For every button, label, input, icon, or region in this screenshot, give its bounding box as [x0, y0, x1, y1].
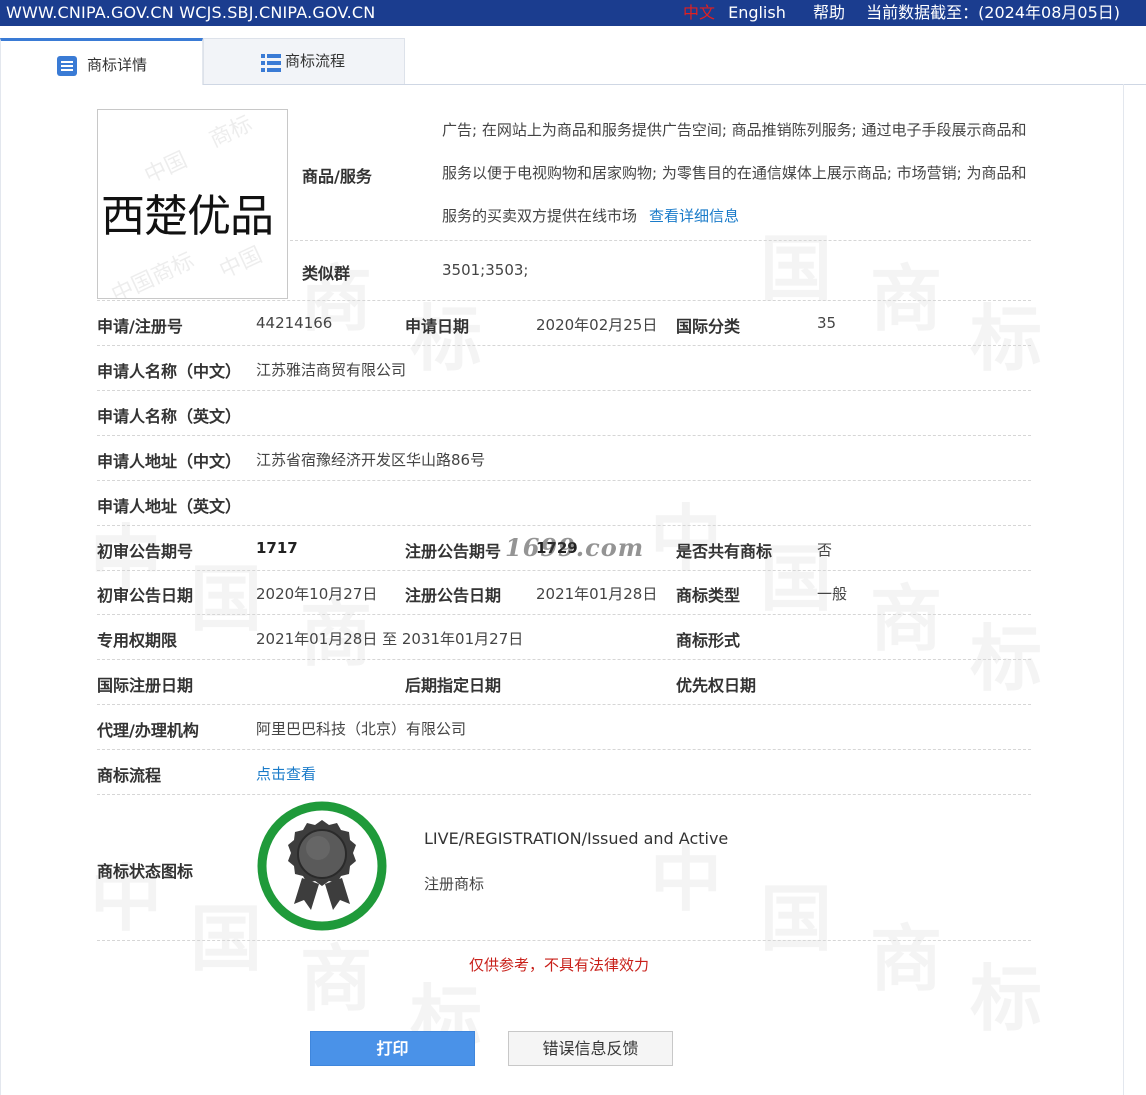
background-watermark: 中 — [90, 840, 162, 945]
intl-reg-date-label: 国际注册日期 — [97, 676, 194, 695]
background-watermark: 商 — [870, 560, 942, 665]
row-divider — [97, 480, 1031, 481]
exclusive-period-label: 专用权期限 — [97, 631, 178, 650]
shared-mark-label: 是否共有商标 — [676, 542, 773, 561]
goods-services-label: 商品/服务 — [302, 167, 372, 186]
error-feedback-button[interactable]: 错误信息反馈 — [508, 1031, 673, 1066]
tab-trademark-process[interactable]: 商标流程 — [203, 38, 405, 84]
background-watermark: 商 — [870, 900, 942, 1005]
tab-trademark-details[interactable]: 商标详情 — [0, 38, 203, 85]
intl-class-label: 国际分类 — [676, 317, 741, 336]
mark-type-label: 商标类型 — [676, 586, 741, 605]
applicant-en-label: 申请人名称（英文） — [97, 407, 242, 426]
priority-date-label: 优先权日期 — [676, 676, 757, 695]
row-divider — [97, 794, 1031, 795]
background-watermark: 国 — [190, 540, 262, 645]
address-en-label: 申请人地址（英文） — [97, 497, 242, 516]
background-watermark: 标 — [970, 280, 1042, 385]
row-divider — [97, 300, 1031, 301]
background-watermark: 商 — [870, 240, 942, 345]
agent-value: 阿里巴巴科技（北京）有限公司 — [256, 720, 467, 738]
document-list-icon — [57, 56, 77, 76]
applicant-cn-value: 江苏雅洁商贸有限公司 — [256, 361, 407, 379]
status-icon-label: 商标状态图标 — [97, 862, 194, 881]
background-watermark: 商 — [300, 920, 372, 1025]
exclusive-period-value: 2021年01月28日 至 2031年01月27日 — [256, 630, 524, 648]
row-divider — [97, 940, 1031, 941]
top-bar: WWW.CNIPA.GOV.CN WCJS.SBJ.CNIPA.GOV.CN 中… — [0, 0, 1146, 26]
reg-pub-date-value: 2021年01月28日 — [536, 585, 658, 603]
address-cn-value: 江苏省宿豫经济开发区华山路86号 — [256, 451, 486, 469]
status-chinese: 注册商标 — [424, 875, 485, 893]
goods-services-text: 广告; 在网站上为商品和服务提供广告空间; 商品推销陈列服务; 通过电子手段展示… — [442, 109, 1032, 238]
shared-mark-value: 否 — [817, 541, 833, 559]
mark-form-label: 商标形式 — [676, 631, 741, 650]
reg-pub-no-label: 注册公告期号 — [405, 542, 502, 561]
prelim-no-label: 初审公告期号 — [97, 542, 194, 561]
prelim-no-value: 1717 — [256, 539, 298, 557]
process-label: 商标流程 — [97, 766, 162, 785]
lang-english-link[interactable]: English — [728, 3, 786, 22]
intl-class-value: 35 — [817, 314, 837, 332]
row-divider — [97, 659, 1031, 660]
tab-label: 商标详情 — [87, 56, 148, 74]
prelim-date-value: 2020年10月27日 — [256, 585, 378, 603]
data-date: 当前数据截至：(2024年08月05日) — [866, 3, 1120, 22]
reg-pub-date-label: 注册公告日期 — [405, 586, 502, 605]
similar-group-label: 类似群 — [302, 264, 351, 283]
reg-no-label: 申请/注册号 — [97, 317, 183, 336]
row-divider — [97, 570, 1031, 571]
row-divider — [97, 614, 1031, 615]
row-divider — [97, 704, 1031, 705]
row-divider — [97, 435, 1031, 436]
background-watermark: 标 — [970, 940, 1042, 1045]
row-divider — [97, 749, 1031, 750]
help-link[interactable]: 帮助 — [813, 3, 845, 22]
overlay-watermark: 1699.com — [505, 533, 645, 562]
address-cn-label: 申请人地址（中文） — [97, 452, 242, 471]
disclaimer-text: 仅供参考，不具有法律效力 — [469, 956, 650, 974]
view-details-link[interactable]: 查看详细信息 — [649, 207, 739, 225]
background-watermark: 标 — [970, 600, 1042, 705]
trademark-image: 商标 中国 中国 中国商标 西楚优品 — [97, 109, 288, 299]
agent-label: 代理/办理机构 — [97, 721, 199, 740]
site-urls: WWW.CNIPA.GOV.CN WCJS.SBJ.CNIPA.GOV.CN — [6, 3, 376, 22]
mark-type-value: 一般 — [817, 585, 848, 603]
tab-label: 商标流程 — [285, 52, 346, 70]
row-divider — [290, 240, 1031, 241]
applicant-cn-label: 申请人名称（中文） — [97, 362, 242, 381]
lang-chinese-link[interactable]: 中文 — [683, 3, 715, 22]
tab-bar: 商标详情 商标流程 — [0, 38, 1146, 85]
row-divider — [97, 345, 1031, 346]
background-watermark: 国 — [760, 520, 832, 625]
similar-group-value: 3501;3503; — [442, 261, 529, 279]
row-divider — [97, 390, 1031, 391]
status-english: LIVE/REGISTRATION/Issued and Active — [424, 829, 729, 848]
print-button[interactable]: 打印 — [310, 1031, 475, 1066]
list-icon — [261, 54, 281, 72]
trademark-name: 西楚优品 — [101, 191, 274, 242]
apply-date-label: 申请日期 — [405, 317, 470, 336]
top-bar-right: 中文 English 帮助 当前数据截至：(2024年08月05日) — [667, 0, 1120, 26]
registered-status-icon — [257, 801, 387, 931]
apply-date-value: 2020年02月25日 — [536, 316, 658, 334]
process-view-link[interactable]: 点击查看 — [256, 763, 316, 784]
prelim-date-label: 初审公告日期 — [97, 586, 194, 605]
background-watermark: 国 — [190, 880, 262, 985]
row-divider — [97, 525, 1031, 526]
reg-no-value: 44214166 — [256, 314, 333, 332]
later-designation-label: 后期指定日期 — [405, 676, 502, 695]
background-watermark: 国 — [760, 860, 832, 965]
